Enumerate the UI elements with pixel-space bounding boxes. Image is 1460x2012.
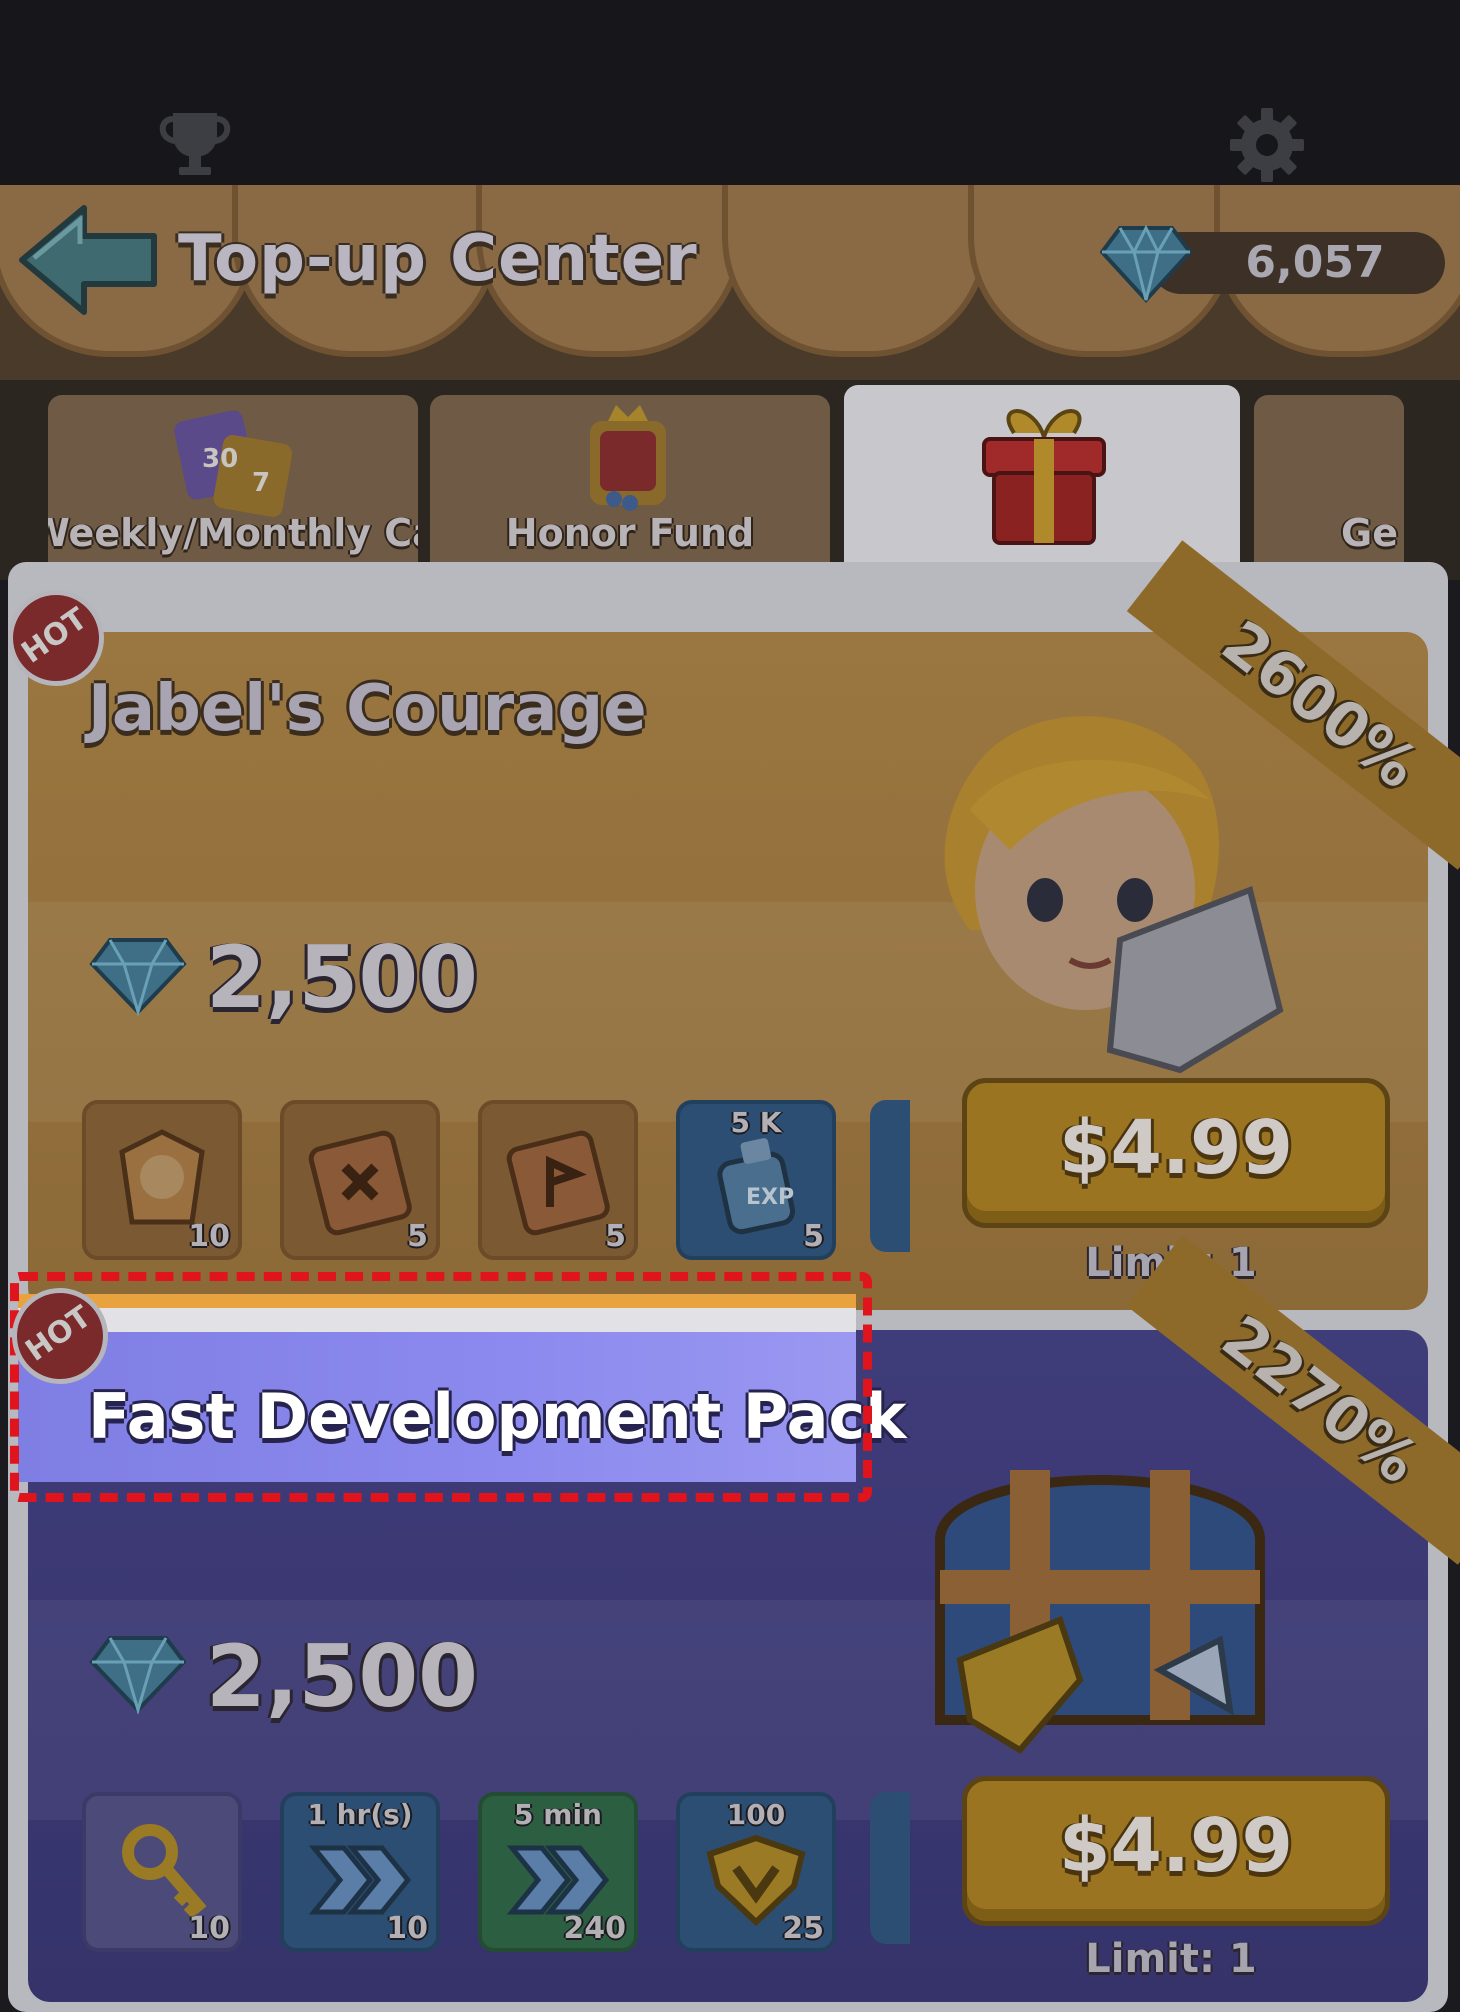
highlight-dashed-box bbox=[10, 1272, 872, 1502]
hero-jabel-portrait bbox=[850, 690, 1310, 1094]
tab-label: Honor Fund bbox=[505, 511, 755, 555]
reward-item-speedup-5min[interactable]: 5 min 240 bbox=[478, 1792, 638, 1952]
treasure-chest-image bbox=[900, 1420, 1320, 1784]
page-title: Top-up Center bbox=[178, 222, 698, 296]
back-arrow-button[interactable] bbox=[14, 200, 159, 320]
diamond-amount: 2,500 bbox=[206, 928, 479, 1028]
reward-item-speedup-1hr[interactable]: 1 hr(s) 10 bbox=[280, 1792, 440, 1952]
reward-item-hero-shard[interactable]: 10 bbox=[82, 1100, 242, 1260]
svg-text:EXP: EXP bbox=[746, 1185, 794, 1210]
gift-icon bbox=[974, 403, 1114, 557]
gear-icon[interactable] bbox=[1222, 100, 1312, 190]
reward-item-skill-book[interactable]: 5 bbox=[280, 1100, 440, 1260]
diamond-icon bbox=[88, 1632, 188, 1716]
item-count: 10 bbox=[386, 1911, 428, 1946]
reward-item-exp-potion[interactable]: 5 K EXP 5 bbox=[676, 1100, 836, 1260]
tab-label: Ge bbox=[1341, 511, 1398, 555]
diamond-icon bbox=[88, 934, 188, 1018]
game-screen: Top-up Center 6,057 30 7 Weekly/Monthly … bbox=[0, 0, 1460, 2012]
gem-balance-count: 6,057 bbox=[1245, 237, 1385, 288]
buy-button[interactable]: $4.99 bbox=[962, 1776, 1390, 1926]
throne-icon bbox=[578, 401, 678, 525]
item-count: 10 bbox=[188, 1219, 230, 1254]
tab-ge[interactable]: Ge bbox=[1254, 395, 1404, 565]
svg-text:7: 7 bbox=[252, 468, 270, 498]
trophy-icon[interactable] bbox=[155, 105, 235, 185]
reward-item-flag-book[interactable]: 5 bbox=[478, 1100, 638, 1260]
svg-text:30: 30 bbox=[202, 444, 238, 474]
reward-item-partial[interactable] bbox=[870, 1100, 910, 1252]
diamond-icon bbox=[1099, 222, 1193, 304]
diamond-amount: 2,500 bbox=[206, 1627, 479, 1727]
purchase-limit: Limit: 1 bbox=[1085, 1936, 1257, 1982]
reward-item-badge[interactable]: 100 25 bbox=[676, 1792, 836, 1952]
exp-potion-icon: EXP bbox=[717, 1138, 796, 1235]
item-count: 10 bbox=[188, 1911, 230, 1946]
item-count: 5 bbox=[605, 1219, 626, 1254]
item-count: 5 bbox=[407, 1219, 428, 1254]
tab-honor-fund[interactable]: Honor Fund bbox=[430, 395, 830, 565]
reward-item-partial[interactable] bbox=[870, 1792, 910, 1944]
buy-button[interactable]: $4.99 bbox=[962, 1078, 1390, 1228]
item-count: 5 bbox=[803, 1219, 824, 1254]
tab-label: Weekly/Monthly Cards bbox=[48, 511, 418, 555]
pack-title: Jabel's Courage bbox=[88, 672, 647, 746]
skill-book-icon bbox=[308, 1130, 412, 1236]
flag-book-icon bbox=[506, 1130, 610, 1236]
item-count: 25 bbox=[782, 1911, 824, 1946]
reward-item-key[interactable]: 10 bbox=[82, 1792, 242, 1952]
tab-weekly-monthly-cards[interactable]: 30 7 Weekly/Monthly Cards bbox=[48, 395, 418, 565]
item-count: 240 bbox=[563, 1911, 626, 1946]
